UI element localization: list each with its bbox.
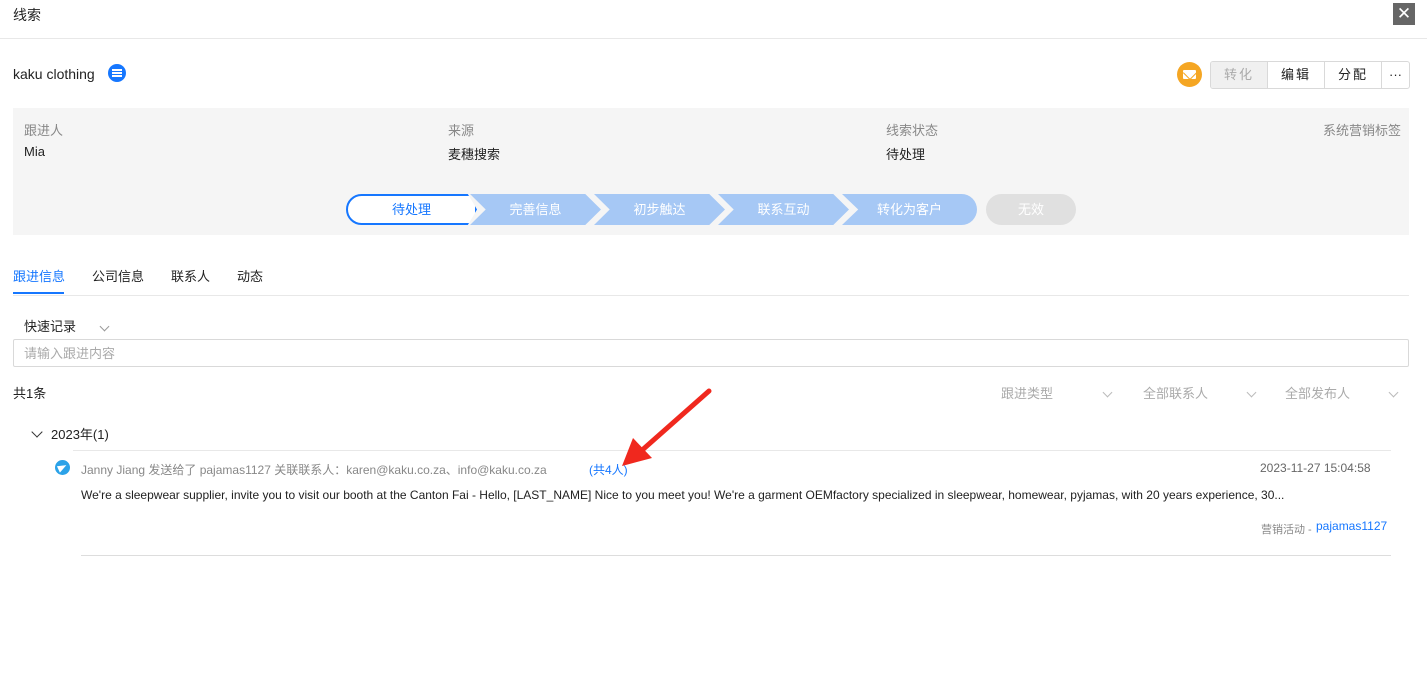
lead-name: kaku clothing	[13, 66, 95, 82]
total-count: 共1条	[13, 386, 47, 401]
list-icon[interactable]	[108, 64, 126, 82]
stage-convert-customer[interactable]: 转化为客户	[842, 194, 977, 225]
tags-label: 系统营销标签	[1323, 123, 1402, 138]
quick-record-dropdown[interactable]: 快速记录	[24, 316, 76, 335]
annotation-arrow-icon	[622, 388, 712, 466]
filter-contacts[interactable]: 全部联系人	[1143, 383, 1208, 402]
record-header: Janny Jiang 发送给了 pajamas1127 关联联系人：karen…	[81, 463, 547, 477]
stage-initial-contact[interactable]: 初步触达	[594, 194, 725, 225]
stage-invalid[interactable]: 无效	[986, 194, 1076, 225]
source-label: 来源	[448, 123, 475, 138]
campaign-label: 营销活动 -	[1261, 524, 1312, 536]
tab-activity[interactable]: 动态	[237, 266, 263, 285]
chevron-down-icon[interactable]	[1388, 384, 1399, 399]
tab-follow-up[interactable]: 跟进信息	[13, 266, 65, 285]
action-button-group: 转化 编辑 分配 ···	[1210, 61, 1410, 89]
window-title: 线索	[13, 7, 41, 23]
convert-button[interactable]: 转化	[1211, 62, 1268, 88]
filter-follow-type[interactable]: 跟进类型	[1001, 383, 1053, 402]
send-icon	[55, 460, 70, 475]
chevron-down-icon[interactable]	[99, 318, 110, 333]
filter-publisher[interactable]: 全部发布人	[1285, 383, 1350, 402]
collapse-chevron-icon[interactable]	[31, 424, 43, 439]
source-value: 麦穗搜索	[448, 147, 501, 162]
chevron-down-icon[interactable]	[1102, 384, 1113, 399]
stage-complete-info[interactable]: 完善信息	[470, 194, 601, 225]
divider	[73, 450, 1391, 451]
tab-company[interactable]: 公司信息	[92, 266, 144, 285]
assign-button[interactable]: 分配	[1325, 62, 1382, 88]
divider	[81, 555, 1391, 556]
owner-value: Mia	[24, 144, 45, 159]
edit-button[interactable]: 编辑	[1268, 62, 1325, 88]
status-value: 待处理	[886, 147, 926, 162]
more-button[interactable]: ···	[1382, 62, 1409, 88]
owner-label: 跟进人	[24, 123, 64, 138]
chevron-down-icon[interactable]	[1246, 384, 1257, 399]
status-label: 线索状态	[886, 123, 939, 138]
year-group-label[interactable]: 2023年(1)	[51, 424, 109, 443]
record-body: We're a sleepwear supplier, invite you t…	[81, 488, 1285, 502]
title-bar: 线索 ✕	[0, 0, 1427, 39]
tab-contacts[interactable]: 联系人	[171, 266, 210, 285]
campaign-link[interactable]: pajamas1127	[1316, 519, 1387, 533]
mail-icon[interactable]	[1177, 62, 1202, 87]
tab-bar: 跟进信息 公司信息 联系人 动态	[13, 258, 1409, 296]
stage-pending[interactable]: 待处理	[346, 194, 477, 225]
stage-interaction[interactable]: 联系互动	[718, 194, 849, 225]
follow-up-input[interactable]	[13, 339, 1409, 367]
close-button[interactable]: ✕	[1393, 3, 1415, 25]
active-tab-indicator	[13, 292, 64, 294]
record-timestamp: 2023-11-27 15:04:58	[1260, 461, 1371, 475]
